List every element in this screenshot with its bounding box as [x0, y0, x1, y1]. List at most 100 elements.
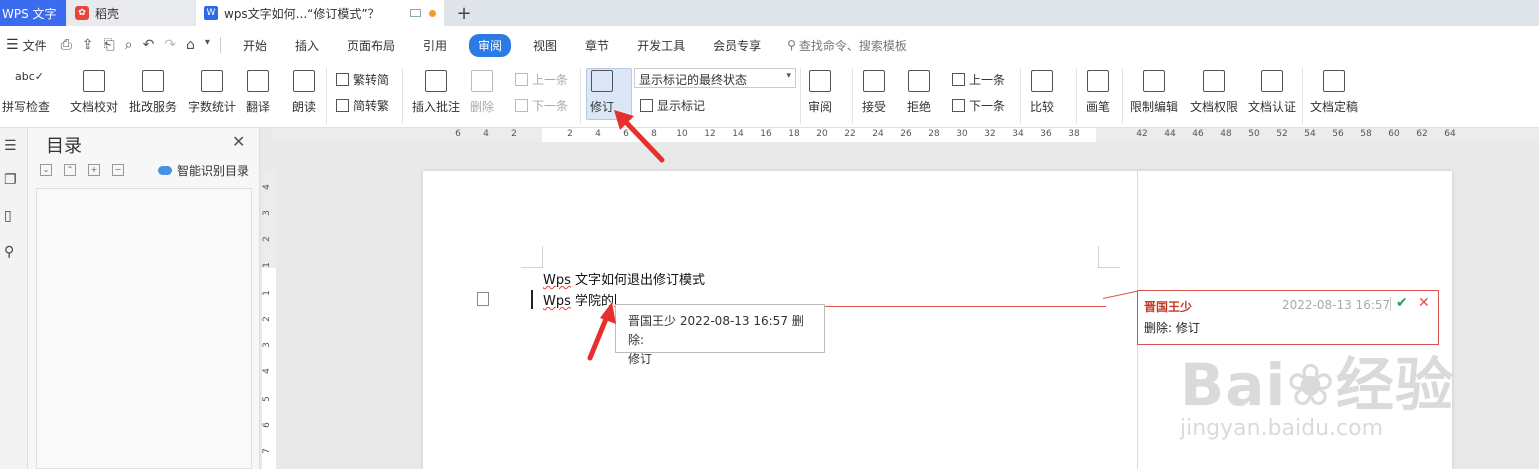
- print-icon[interactable]: ⎗: [104, 37, 115, 53]
- search-icon[interactable]: ⚲: [4, 244, 20, 260]
- pen-button[interactable]: 画笔: [1086, 64, 1110, 115]
- markup-state-select[interactable]: 显示标记的最终状态 ▾: [634, 68, 796, 88]
- bookmark-icon[interactable]: ▯: [4, 208, 20, 224]
- next-comment-icon: [515, 99, 528, 112]
- ruler-tick: 34: [1012, 129, 1024, 139]
- accept-check-icon[interactable]: ✔: [1396, 295, 1408, 311]
- grading-service-button[interactable]: 批改服务: [129, 64, 177, 115]
- format-painter-icon[interactable]: ⌂: [186, 37, 195, 53]
- word-count-button[interactable]: 字数统计: [188, 64, 236, 115]
- doc-auth-button[interactable]: 文档认证: [1248, 64, 1296, 115]
- redo-icon[interactable]: ↷: [164, 37, 176, 53]
- prev-change-label: 上一条: [969, 73, 1006, 87]
- ruler-tick: 2: [261, 236, 272, 242]
- undo-icon[interactable]: ↶: [143, 37, 155, 53]
- crop-mark: [1098, 246, 1120, 268]
- next-change-button[interactable]: 下一条: [952, 97, 1005, 114]
- prev-change-icon: [952, 73, 965, 86]
- review-pane-button[interactable]: 审阅: [808, 64, 832, 115]
- delete-comment-button[interactable]: 删除: [470, 64, 494, 115]
- paragraph-menu-icon[interactable]: [477, 292, 489, 306]
- lock-icon: [1143, 70, 1165, 92]
- next-comment-button[interactable]: 下一条: [515, 97, 568, 114]
- smart-toc-button[interactable]: 智能识别目录: [158, 162, 249, 179]
- expand-icon[interactable]: ⌃: [64, 164, 76, 176]
- vertical-ruler[interactable]: 4 3 2 1 1 2 3 4 5 6 7: [262, 170, 276, 469]
- next-change-label: 下一条: [969, 99, 1006, 113]
- revision-balloon[interactable]: 晋国王少 2022-08-13 16:57 ✔ ✕ 删除: 修订: [1137, 290, 1439, 345]
- tooltip-line-2: 修订: [628, 352, 653, 366]
- revision-text: 删除: 修订: [1144, 321, 1200, 335]
- next-comment-label: 下一条: [532, 99, 569, 113]
- markup-state-value: 显示标记的最终状态: [639, 73, 748, 87]
- delete-comment-icon: [471, 70, 493, 92]
- doc-permission-label: 文档权限: [1190, 100, 1239, 114]
- tab-document[interactable]: W wps文字如何...“修订模式”？: [196, 0, 444, 26]
- accept-button[interactable]: 接受: [862, 64, 886, 115]
- compare-button[interactable]: 比较: [1030, 64, 1054, 115]
- preview-icon[interactable]: ⌕: [125, 37, 133, 53]
- permission-icon: [1203, 70, 1225, 92]
- ruler-tick: 54: [1304, 129, 1316, 139]
- tab-daoke[interactable]: ✿ 稻壳: [67, 0, 195, 26]
- new-tab-button[interactable]: +: [444, 0, 484, 26]
- daoke-logo-icon: ✿: [75, 6, 89, 20]
- accept-icon: [863, 70, 885, 92]
- restrict-edit-button[interactable]: 限制编辑: [1130, 64, 1178, 115]
- ruler-tick: 1: [261, 290, 272, 296]
- prev-comment-button[interactable]: 上一条: [515, 71, 568, 88]
- doc-finalize-label: 文档定稿: [1310, 100, 1359, 114]
- tab-developer[interactable]: 开发工具: [623, 37, 699, 54]
- trad-to-simp-icon: [336, 73, 349, 86]
- tab-layout[interactable]: 页面布局: [333, 37, 409, 54]
- tab-wps-writer[interactable]: WPS 文字: [0, 0, 66, 26]
- command-search[interactable]: ⚲ 查找命令、搜索模板: [787, 37, 907, 54]
- toc-icon[interactable]: ☰: [4, 138, 20, 154]
- document-line-1[interactable]: Wps 文字如何退出修订模式: [543, 269, 705, 288]
- tab-section[interactable]: 章节: [571, 37, 623, 54]
- hamburger-icon: ☰: [6, 37, 19, 53]
- remove-icon[interactable]: −: [112, 164, 124, 176]
- ruler-tick: 1: [261, 262, 272, 268]
- file-menu[interactable]: ☰ 文件: [6, 37, 47, 54]
- read-aloud-button[interactable]: 朗读: [292, 64, 316, 115]
- doc-finalize-button[interactable]: 文档定稿: [1310, 64, 1358, 115]
- prev-comment-label: 上一条: [532, 73, 569, 87]
- navigation-icon[interactable]: ❐: [4, 172, 20, 188]
- collapse-icon[interactable]: ⌄: [40, 164, 52, 176]
- tab-home[interactable]: 开始: [229, 37, 281, 54]
- tab-document-label: wps文字如何...“修订模式”？: [224, 6, 380, 21]
- ribbon-divider: [800, 68, 801, 124]
- doc-proof-button[interactable]: 文档校对: [70, 64, 118, 115]
- prev-comment-icon: [515, 73, 528, 86]
- export-icon[interactable]: ⇪: [82, 37, 94, 53]
- ruler-tick: 24: [872, 129, 884, 139]
- tab-wps-label: WPS 文字: [2, 6, 57, 21]
- ribbon-review: abc✓ 拼写检查 文档校对 批改服务 字数统计 翻译 朗读 繁转简 简转繁 插…: [0, 64, 1539, 128]
- tab-member[interactable]: 会员专享: [699, 37, 775, 54]
- insert-comment-button[interactable]: 插入批注: [412, 64, 460, 115]
- doc-permission-button[interactable]: 文档权限: [1190, 64, 1238, 115]
- reject-icon: [908, 70, 930, 92]
- ruler-tick: 50: [1248, 129, 1260, 139]
- tab-view[interactable]: 视图: [519, 37, 571, 54]
- trad-to-simp-button[interactable]: 繁转简: [336, 71, 389, 88]
- tab-insert[interactable]: 插入: [281, 37, 333, 54]
- more-chevron-icon[interactable]: ▾: [205, 37, 210, 53]
- reject-x-icon[interactable]: ✕: [1418, 295, 1430, 311]
- revision-author: 晋国王少: [1144, 300, 1193, 314]
- add-icon[interactable]: +: [88, 164, 100, 176]
- tab-references[interactable]: 引用: [409, 37, 461, 54]
- prev-change-button[interactable]: 上一条: [952, 71, 1005, 88]
- translate-button[interactable]: 翻译: [246, 64, 270, 115]
- close-icon[interactable]: ✕: [232, 132, 245, 151]
- ruler-tick: 4: [483, 129, 489, 139]
- monitor-icon[interactable]: [410, 9, 421, 17]
- spell-check-button[interactable]: abc✓ 拼写检查: [2, 64, 50, 115]
- horizontal-ruler[interactable]: 6 4 2 2 4 6 8 10 12 14 16 18 20 22 24 26 28 30 32 34 36 38 42 4…: [272, 128, 1539, 142]
- reject-button[interactable]: 拒绝: [907, 64, 931, 115]
- tab-review[interactable]: 审阅: [469, 33, 512, 57]
- ribbon-divider: [852, 68, 853, 124]
- simp-to-trad-button[interactable]: 简转繁: [336, 97, 389, 114]
- save-icon[interactable]: ⎙: [61, 37, 72, 53]
